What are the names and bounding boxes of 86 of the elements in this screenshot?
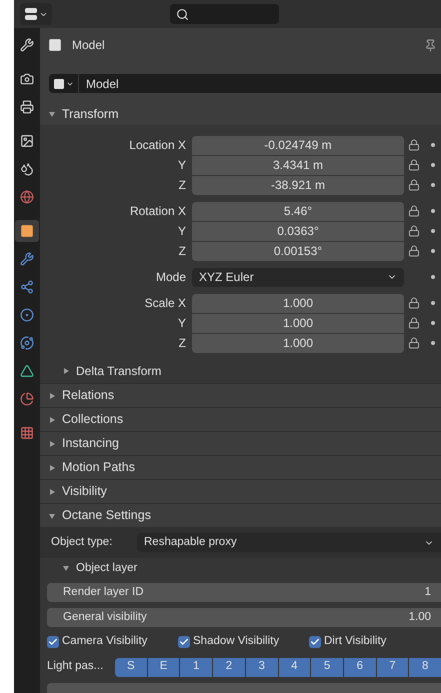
check-icon xyxy=(179,637,189,648)
number-field[interactable]: 0.00153° xyxy=(192,242,404,260)
search-field[interactable] xyxy=(170,4,279,24)
expanded-triangle-icon xyxy=(48,512,56,520)
object-icon xyxy=(53,78,65,90)
editor-type-icon xyxy=(24,7,38,21)
expanded-triangle-icon xyxy=(48,110,56,118)
unlock-icon[interactable] xyxy=(408,317,420,329)
number-field[interactable]: -0.024749 m xyxy=(192,136,404,154)
light-pass-toggle[interactable]: 3 xyxy=(246,658,278,677)
collapsed-triangle-icon xyxy=(48,440,56,448)
unlock-icon[interactable] xyxy=(408,225,420,237)
number-field[interactable]: General visibility 1.00 xyxy=(47,608,441,628)
collapsed-triangle-icon xyxy=(62,367,70,375)
triangle-icon xyxy=(20,364,34,378)
printer-icon xyxy=(20,100,34,114)
number-field[interactable]: 1.000 xyxy=(192,294,404,312)
checkbox[interactable] xyxy=(309,636,321,648)
unlock-icon[interactable] xyxy=(408,337,420,349)
wrench-icon xyxy=(20,252,34,266)
number-field[interactable]: 3.4341 m xyxy=(192,156,404,174)
collapsed-triangle-icon xyxy=(48,488,56,496)
checkbox-label: Camera Visibility xyxy=(62,634,148,650)
light-pass-toggle[interactable]: 6 xyxy=(344,658,376,677)
checkbox-label: Dirt Visibility xyxy=(324,634,386,650)
square-icon xyxy=(20,224,34,238)
pin-icon xyxy=(424,38,437,52)
light-pass-toggle[interactable]: 7 xyxy=(376,658,408,677)
search-icon xyxy=(176,8,189,20)
wrench-icon xyxy=(20,38,34,52)
unlock-icon[interactable] xyxy=(408,297,420,309)
number-field[interactable] xyxy=(47,683,441,693)
editor-type-button[interactable] xyxy=(20,3,52,25)
light-pass-toggle[interactable]: 1 xyxy=(180,658,212,677)
property-label: Rotation X xyxy=(128,203,187,220)
collapsed-triangle-icon xyxy=(48,464,56,472)
property-label: Z xyxy=(178,335,187,352)
globe-icon xyxy=(20,190,34,204)
checker-icon xyxy=(20,426,34,440)
expanded-triangle-icon xyxy=(62,564,70,572)
check-icon xyxy=(48,637,58,648)
light-pass-toggle[interactable]: 4 xyxy=(278,658,310,677)
unlock-icon[interactable] xyxy=(408,179,420,191)
object-type-dropdown[interactable]: Reshapable proxy xyxy=(137,533,441,552)
datablock-field[interactable]: Model xyxy=(49,74,441,93)
image-icon xyxy=(20,134,34,148)
unlock-icon[interactable] xyxy=(408,159,420,171)
number-field[interactable]: -38.921 m xyxy=(192,176,404,194)
properties-tab[interactable] xyxy=(15,220,39,242)
mode-dropdown[interactable]: XYZ Euler xyxy=(192,268,404,286)
number-field[interactable]: Render layer ID 1 xyxy=(47,583,441,602)
number-field[interactable]: 1.000 xyxy=(192,314,404,332)
property-label: Object type: xyxy=(50,535,114,550)
property-label: Y xyxy=(176,223,187,240)
checkbox[interactable] xyxy=(47,636,59,648)
light-pass-toggle[interactable]: 8 xyxy=(409,658,441,677)
light-pass-toggle[interactable]: 2 xyxy=(213,658,245,677)
unlock-icon[interactable] xyxy=(408,139,420,151)
property-label: Mode xyxy=(154,269,187,286)
property-label: Y xyxy=(176,157,187,174)
light-pass-toggle[interactable]: S xyxy=(115,658,147,677)
light-pass-toggle[interactable]: E xyxy=(148,658,180,677)
context-title: Model xyxy=(72,37,105,54)
nodes-icon xyxy=(20,280,34,294)
property-label: Location X xyxy=(128,137,187,154)
camera-icon xyxy=(20,72,34,86)
light-pass-toggle[interactable]: 5 xyxy=(311,658,343,677)
number-field[interactable]: 0.0363° xyxy=(192,222,404,240)
property-label: Y xyxy=(176,315,187,332)
collapsed-triangle-icon xyxy=(48,392,56,400)
datablock-name: Model xyxy=(86,76,119,92)
property-label: Z xyxy=(178,243,187,260)
subpanel-header[interactable]: Object layer xyxy=(40,558,441,580)
check-icon xyxy=(310,637,320,648)
number-field[interactable]: 5.46° xyxy=(192,202,404,220)
checkbox-label: Shadow Visibility xyxy=(193,634,280,650)
object-icon xyxy=(48,38,62,52)
property-label: Z xyxy=(178,177,187,194)
number-field[interactable]: 1.000 xyxy=(192,334,404,352)
unlock-icon[interactable] xyxy=(408,205,420,217)
droplets-icon xyxy=(20,162,34,176)
property-label: Light pas... xyxy=(47,659,104,674)
property-label: Scale X xyxy=(144,295,187,312)
collapsed-triangle-icon xyxy=(48,416,56,424)
unlock-icon[interactable] xyxy=(408,245,420,257)
checkbox[interactable] xyxy=(178,636,190,648)
